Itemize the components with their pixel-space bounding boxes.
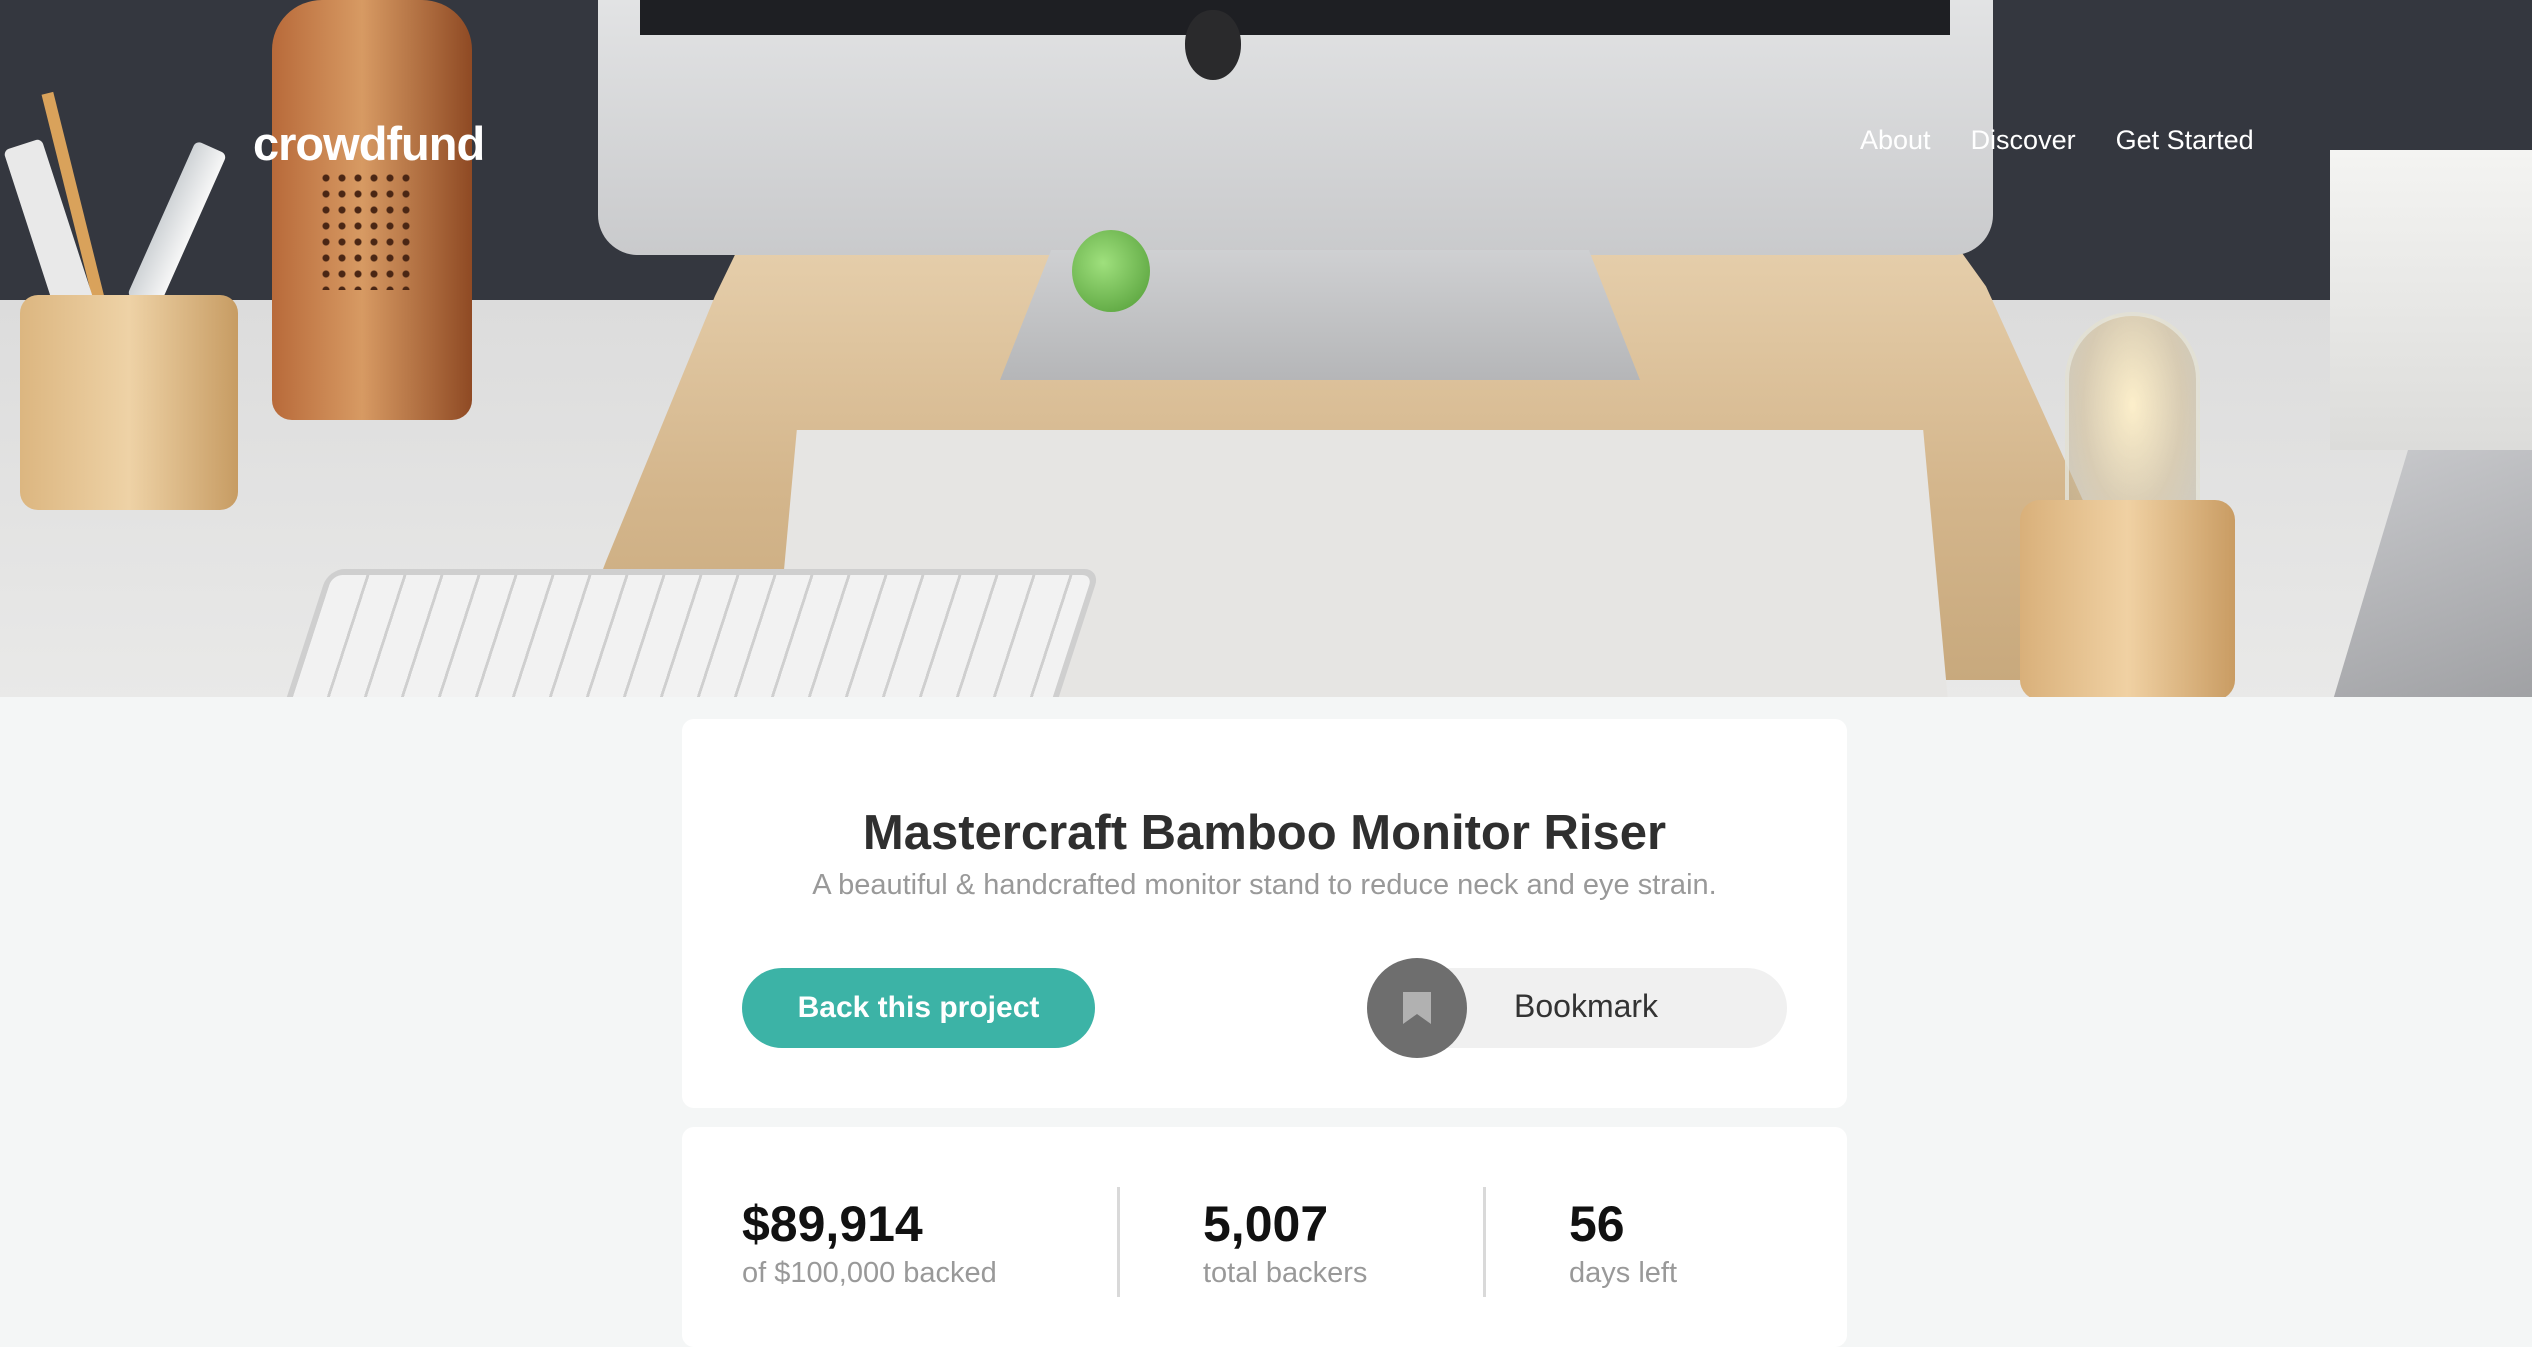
top-nav: About Discover Get Started [1860, 125, 2254, 156]
stat-divider [1483, 1187, 1486, 1297]
stat-backed: $89,914 of $100,000 backed [742, 1195, 997, 1290]
back-project-button[interactable]: Back this project [742, 968, 1095, 1048]
project-subtitle: A beautiful & handcrafted monitor stand … [812, 869, 1717, 901]
nav-about[interactable]: About [1860, 125, 1931, 156]
stat-days-left: 56 days left [1569, 1195, 1677, 1290]
nav-get-started[interactable]: Get Started [2116, 125, 2254, 156]
stat-backers-label: total backers [1203, 1257, 1368, 1289]
stat-divider [1117, 1187, 1120, 1297]
hero-window [2330, 150, 2532, 450]
hero-lamp-base [2020, 500, 2235, 697]
project-title: Mastercraft Bamboo Monitor Riser [862, 806, 1667, 860]
hero-imac [598, 0, 1993, 255]
stat-days-left-value: 56 [1569, 1196, 1625, 1252]
apple-logo-icon [1185, 10, 1241, 80]
hero-speaker-grill [318, 170, 418, 290]
hero-keyboard [267, 575, 1093, 697]
bookmark-button[interactable]: Bookmark [1367, 958, 1787, 1058]
bookmark-icon-circle [1367, 958, 1467, 1058]
hero-imac-screen [640, 0, 1950, 35]
bookmark-label: Bookmark [1514, 988, 1659, 1024]
stat-backers: 5,007 total backers [1203, 1195, 1367, 1290]
stat-backed-value: $89,914 [742, 1196, 923, 1252]
brand-logo[interactable]: crowdfund [253, 116, 485, 171]
bookmark-icon [1403, 992, 1431, 1024]
hero-figurine [1072, 230, 1150, 312]
hero-image [0, 0, 2532, 697]
stat-days-left-label: days left [1569, 1257, 1677, 1289]
stats-card: $89,914 of $100,000 backed 5,007 total b… [682, 1127, 1847, 1347]
nav-discover[interactable]: Discover [1971, 125, 2076, 156]
hero-pen-cup [20, 295, 238, 510]
project-card: Mastercraft Bamboo Monitor Riser A beaut… [682, 719, 1847, 1108]
stat-backers-value: 5,007 [1203, 1196, 1329, 1252]
stat-backed-label: of $100,000 backed [742, 1257, 997, 1289]
